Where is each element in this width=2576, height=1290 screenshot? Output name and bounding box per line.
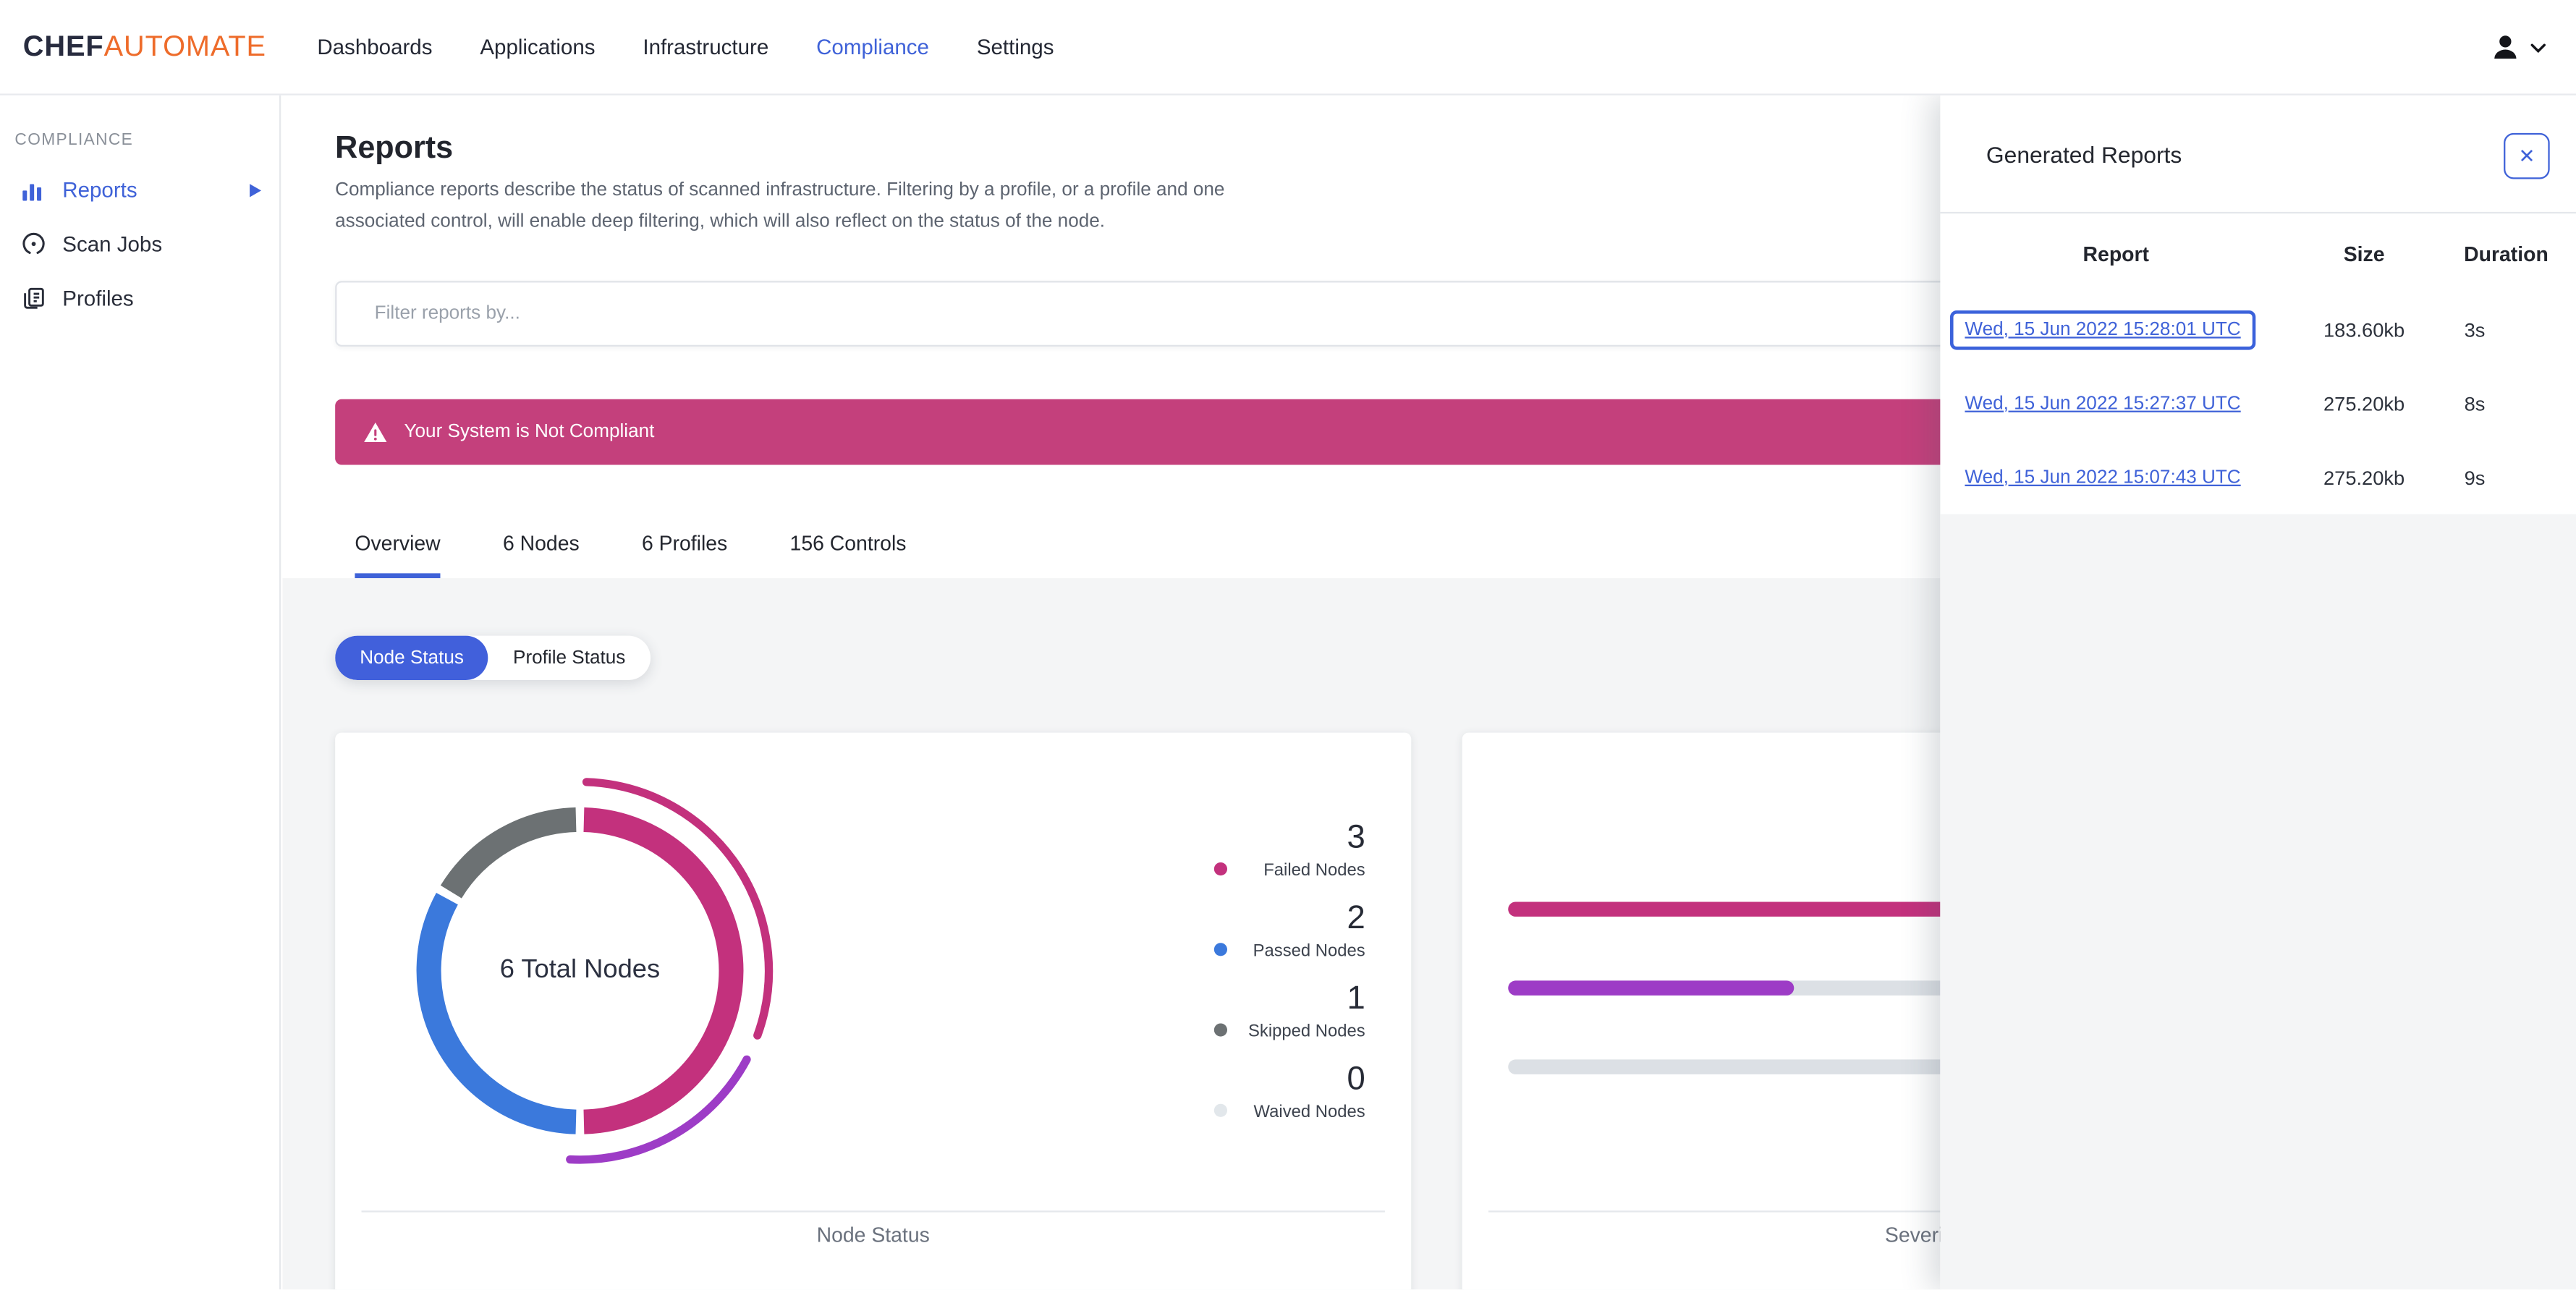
sidebar-item-label: Scan Jobs <box>62 232 163 257</box>
donut-segment-failed[interactable] <box>583 807 744 1134</box>
legend-entry-waived-nodes: 0 Waived Nodes <box>1213 1059 1365 1124</box>
chevron-down-icon[interactable] <box>2530 42 2546 54</box>
tab-6-nodes[interactable]: 6 Nodes <box>503 532 580 579</box>
tab-6-profiles[interactable]: 6 Profiles <box>642 532 727 579</box>
close-icon: ✕ <box>2518 144 2535 168</box>
sidebar-item-reports[interactable]: Reports <box>0 163 279 217</box>
documents-icon <box>22 286 48 310</box>
toggle-node-status[interactable]: Node Status <box>335 635 488 680</box>
report-duration: 8s <box>2464 391 2486 415</box>
logo-chef: CHEF <box>22 29 104 63</box>
report-tabs: Overview 6 Nodes 6 Profiles 156 Controls <box>355 532 906 579</box>
app-window: CHEFAUTOMATE Dashboards Applications Infra… <box>0 0 2576 1290</box>
nav-item-dashboards[interactable]: Dashboards <box>317 35 432 59</box>
panel-divider <box>1940 211 2576 214</box>
arrow-right-icon <box>250 183 261 197</box>
scanner-icon <box>22 232 48 256</box>
reports-table-header: Report Size Duration <box>1940 243 2576 266</box>
legend-entry-skipped-nodes: 1 Skipped Nodes <box>1213 979 1365 1043</box>
legend-entry-failed-nodes: 3 Failed Nodes <box>1213 818 1365 883</box>
node-status-donut: 6 Total Nodes <box>375 765 786 1176</box>
status-toggle: Node Status Profile Status <box>335 635 651 680</box>
column-header-report: Report <box>2083 243 2150 266</box>
report-duration: 3s <box>2464 318 2486 341</box>
legend-label: Passed Nodes <box>1253 941 1365 962</box>
nav-item-settings[interactable]: Settings <box>977 35 1054 59</box>
page-description: Compliance reports describe the status o… <box>335 180 1225 232</box>
banner-text: Your System is Not Compliant <box>404 422 655 442</box>
legend-value: 0 <box>1347 1061 1365 1098</box>
bar-chart-icon <box>22 178 48 201</box>
warning-icon <box>363 420 388 444</box>
top-nav: CHEFAUTOMATE Dashboards Applications Infra… <box>0 0 2576 96</box>
chef-automate-logo[interactable]: CHEFAUTOMATE <box>23 30 266 64</box>
report-size: 275.20kb <box>2323 391 2405 415</box>
legend-dot-icon <box>1213 862 1227 876</box>
toggle-profile-status[interactable]: Profile Status <box>488 636 650 680</box>
sidebar-items: Reports Scan Jobs Profiles <box>0 163 279 326</box>
node-status-legend: 3 Failed Nodes 2 Passed Nodes 1 Skipped Nodes… <box>1213 818 1365 1140</box>
nav-item-compliance[interactable]: Compliance <box>816 35 929 59</box>
legend-value: 2 <box>1347 900 1365 937</box>
tab-overview[interactable]: Overview <box>355 532 441 579</box>
report-size: 183.60kb <box>2323 318 2405 341</box>
column-header-size: Size <box>2343 243 2385 266</box>
report-size: 275.20kb <box>2323 465 2405 489</box>
close-panel-button[interactable]: ✕ <box>2504 132 2550 179</box>
legend-label: Waived Nodes <box>1253 1102 1365 1122</box>
column-header-duration: Duration <box>2464 243 2549 266</box>
legend-label: Skipped Nodes <box>1248 1022 1365 1042</box>
report-link[interactable]: Wed, 15 Jun 2022 15:07:43 UTC <box>1950 457 2255 496</box>
report-link[interactable]: Wed, 15 Jun 2022 15:28:01 UTC <box>1949 309 2256 349</box>
legend-dot-icon <box>1213 1023 1227 1037</box>
report-table-row: Wed, 15 Jun 2022 15:07:43 UTC 275.20kb 9s <box>1940 440 2576 514</box>
sidebar-item-label: Reports <box>62 177 137 203</box>
sidebar-item-label: Profiles <box>62 286 134 311</box>
logo-automate: AUTOMATE <box>103 29 266 63</box>
main-nav: Dashboards Applications Infrastructure Comp… <box>317 35 1054 59</box>
nav-item-infrastructure[interactable]: Infrastructure <box>643 35 768 59</box>
sidebar-section-label: COMPLIANCE <box>14 131 134 150</box>
node-status-card-label: Node Status <box>816 1223 930 1247</box>
donut-segment-passed[interactable] <box>416 893 577 1134</box>
report-link[interactable]: Wed, 15 Jun 2022 15:27:37 UTC <box>1950 383 2255 423</box>
generated-reports-panel: Generated Reports ✕ Report Size Duration… <box>1940 95 2576 1290</box>
legend-value: 1 <box>1347 980 1365 1017</box>
user-menu[interactable] <box>2489 0 2546 96</box>
report-duration: 9s <box>2464 465 2486 489</box>
reports-table-rows: Wed, 15 Jun 2022 15:28:01 UTC 183.60kb 3s W… <box>1940 292 2576 514</box>
tab-156-controls[interactable]: 156 Controls <box>790 532 907 579</box>
report-table-row: Wed, 15 Jun 2022 15:28:01 UTC 183.60kb 3s <box>1940 292 2576 366</box>
bar-fill <box>1508 980 1794 996</box>
panel-empty-area <box>1940 514 2576 1290</box>
sidebar-item-profiles[interactable]: Profiles <box>0 271 279 326</box>
node-status-card: 6 Total Nodes 3 Failed Nodes 2 Passed Nodes… <box>335 732 1412 1290</box>
nav-item-applications[interactable]: Applications <box>480 35 595 59</box>
legend-dot-icon <box>1213 943 1227 956</box>
card-divider <box>361 1210 1385 1213</box>
user-avatar-icon[interactable] <box>2489 31 2522 64</box>
legend-value: 3 <box>1347 819 1365 856</box>
legend-entry-passed-nodes: 2 Passed Nodes <box>1213 899 1365 963</box>
sidebar-item-scan-jobs[interactable]: Scan Jobs <box>0 217 279 271</box>
report-table-row: Wed, 15 Jun 2022 15:27:37 UTC 275.20kb 8s <box>1940 366 2576 440</box>
legend-label: Failed Nodes <box>1263 860 1365 880</box>
panel-title: Generated Reports <box>1986 141 2182 168</box>
page-title: Reports <box>335 131 454 166</box>
donut-segment-skipped[interactable] <box>440 807 577 899</box>
compliance-sidebar: COMPLIANCE Reports Scan Jobs Profiles <box>0 95 281 1290</box>
legend-dot-icon <box>1213 1103 1227 1117</box>
